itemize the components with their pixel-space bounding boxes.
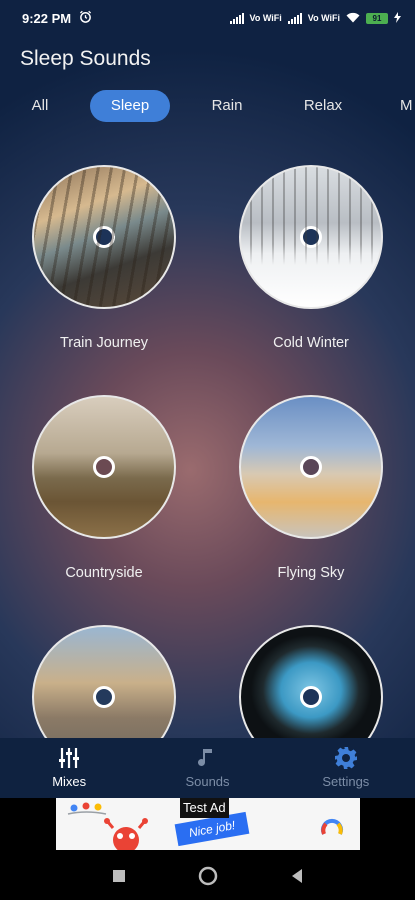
ad-bar: Nice job! Test Ad — [0, 798, 415, 856]
ad-banner[interactable]: Nice job! Test Ad — [56, 798, 360, 850]
charging-icon — [394, 11, 401, 25]
status-time: 9:22 PM — [22, 10, 72, 26]
nav-label: Sounds — [185, 774, 230, 789]
bottom-nav: Mixes Sounds Settings — [0, 738, 415, 798]
tab-rain[interactable]: Rain — [202, 90, 252, 122]
sound-card-train-journey[interactable]: Train Journey — [14, 165, 194, 351]
sound-title: Countryside — [65, 565, 143, 581]
sound-card-countryside[interactable]: Countryside — [14, 395, 194, 581]
gear-icon — [277, 746, 415, 770]
tab-more[interactable]: M — [400, 90, 415, 122]
battery-indicator: 91 — [366, 12, 388, 24]
volte-label: Vo WiFi — [307, 13, 340, 23]
disc-hole — [93, 686, 115, 708]
system-nav-bar — [0, 856, 415, 900]
train-journey-image — [32, 165, 176, 309]
sound-card-flying-sky[interactable]: Flying Sky — [221, 395, 401, 581]
disc-hole — [93, 226, 115, 248]
signal-icon — [287, 12, 302, 24]
nav-mixes[interactable]: Mixes — [0, 738, 138, 798]
sound-card-cold-winter[interactable]: Cold Winter — [221, 165, 401, 351]
countryside-image — [32, 395, 176, 539]
volte-label: Vo WiFi — [249, 13, 282, 23]
disc-hole — [300, 686, 322, 708]
test-ad-label: Test Ad — [180, 798, 229, 818]
flying-sky-image — [239, 395, 383, 539]
wifi-icon — [346, 12, 360, 25]
status-bar: 9:22 PM Vo WiFi Vo WiFi 91 — [0, 0, 415, 36]
home-button[interactable] — [198, 866, 218, 891]
recents-button[interactable] — [112, 869, 126, 888]
cold-winter-image — [239, 165, 383, 309]
disc-hole — [300, 456, 322, 478]
sliders-icon — [0, 746, 138, 770]
disc-hole — [93, 456, 115, 478]
signal-icon — [229, 12, 244, 24]
alarm-icon — [79, 10, 92, 26]
sound-title: Cold Winter — [273, 335, 349, 351]
page-title: Sleep Sounds — [20, 47, 151, 70]
nav-sounds[interactable]: Sounds — [138, 738, 276, 798]
nav-settings[interactable]: Settings — [277, 738, 415, 798]
nav-label: Mixes — [52, 774, 87, 789]
music-note-icon — [138, 746, 276, 770]
sound-title: Train Journey — [59, 335, 149, 351]
sound-title: Flying Sky — [277, 565, 345, 581]
tab-relax[interactable]: Relax — [296, 90, 350, 122]
tab-sleep[interactable]: Sleep — [90, 90, 170, 122]
category-tabs: All Sleep Rain Relax M — [0, 90, 415, 122]
back-button[interactable] — [290, 868, 304, 889]
nav-label: Settings — [322, 774, 370, 789]
disc-hole — [300, 226, 322, 248]
tab-all[interactable]: All — [22, 90, 58, 122]
